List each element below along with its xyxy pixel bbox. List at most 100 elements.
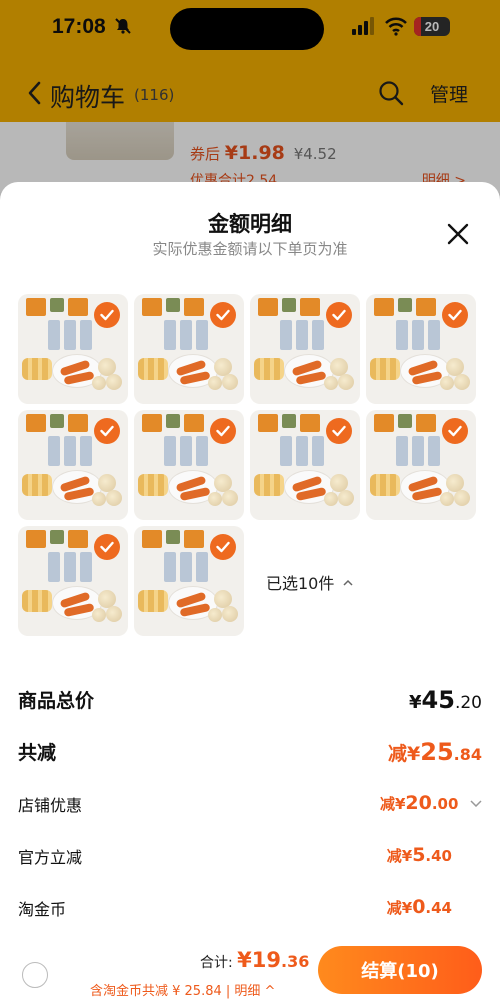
package-art xyxy=(396,436,408,466)
checkout-button[interactable]: 结算(10) xyxy=(318,946,482,994)
food-ball xyxy=(324,492,338,506)
selected-item-thumbnail[interactable] xyxy=(250,294,360,404)
checkout-bar: 合计: ¥19.36 含淘金币共减 ¥ 25.84 | 明细 ^ 结算(10) xyxy=(0,934,500,1006)
background-page: 17:08 20 购物车 (116) 管理 券后 ¥1.98 ¥4.52 优惠合… xyxy=(0,0,500,200)
food-ball xyxy=(92,376,106,390)
package-art xyxy=(50,414,64,428)
official-discount-row: 官方立减 减¥5.40 xyxy=(18,844,482,874)
store-discount-label: 店铺优惠 xyxy=(18,796,83,815)
package-art xyxy=(398,298,412,312)
package-art xyxy=(142,414,162,432)
store-discount-row[interactable]: 店铺优惠 减¥20.00 xyxy=(18,792,482,822)
package-art xyxy=(180,436,192,466)
package-art xyxy=(412,436,424,466)
check-icon[interactable] xyxy=(210,534,236,560)
package-art xyxy=(26,414,46,432)
check-icon[interactable] xyxy=(210,302,236,328)
food-ball xyxy=(324,376,338,390)
package-art xyxy=(26,530,46,548)
package-art xyxy=(282,414,296,428)
package-art xyxy=(48,552,60,582)
package-art xyxy=(48,436,60,466)
food-roll xyxy=(138,590,168,612)
check-icon[interactable] xyxy=(210,418,236,444)
check-icon[interactable] xyxy=(326,418,352,444)
total-discount-row: 共减 减¥25.84 xyxy=(18,738,482,768)
store-discount-value: 减¥20.00 xyxy=(380,792,482,814)
package-art xyxy=(398,414,412,428)
package-art xyxy=(258,414,278,432)
check-icon[interactable] xyxy=(94,418,120,444)
sum-discount-note[interactable]: 含淘金币共减 ¥ 25.84 | 明细 ^ xyxy=(90,980,275,999)
taojin-coin-label: 淘金币 xyxy=(18,900,67,919)
package-art xyxy=(80,320,92,350)
discount-dec: .44 xyxy=(425,899,452,917)
food-roll xyxy=(22,474,52,496)
package-art xyxy=(142,298,162,316)
chevron-up-icon xyxy=(343,579,353,586)
food-roll xyxy=(254,474,284,496)
package-art xyxy=(166,530,180,544)
package-art xyxy=(296,436,308,466)
total-price-row: 商品总价 ¥45.20 xyxy=(18,686,482,716)
selected-count-toggle[interactable]: 已选10件 xyxy=(266,570,353,594)
package-art xyxy=(184,530,204,548)
food-ball xyxy=(106,490,122,506)
discount-dec: .00 xyxy=(431,795,459,813)
package-art xyxy=(396,320,408,350)
check-icon[interactable] xyxy=(94,534,120,560)
food-ball xyxy=(454,490,470,506)
discount-dec: .84 xyxy=(453,745,482,764)
check-icon[interactable] xyxy=(94,302,120,328)
food-ball xyxy=(92,608,106,622)
package-art xyxy=(80,436,92,466)
package-art xyxy=(68,530,88,548)
sum-total: 合计: ¥19.36 xyxy=(200,948,310,972)
selected-item-thumbnail[interactable] xyxy=(134,526,244,636)
total-discount-value: 减¥25.84 xyxy=(388,738,482,766)
food-roll xyxy=(22,358,52,380)
selected-item-thumbnail[interactable] xyxy=(366,294,476,404)
food-ball xyxy=(222,490,238,506)
package-art xyxy=(68,298,88,316)
close-icon[interactable] xyxy=(446,222,470,246)
select-all-checkbox[interactable] xyxy=(22,962,48,988)
discount-dec: .40 xyxy=(425,847,452,865)
price-dec: .20 xyxy=(454,693,482,713)
selected-item-thumbnail[interactable] xyxy=(134,410,244,520)
check-icon[interactable] xyxy=(442,302,468,328)
price-int: 45 xyxy=(421,686,455,714)
sheet-title: 金额明细 xyxy=(208,212,292,236)
package-art xyxy=(416,298,436,316)
package-art xyxy=(164,436,176,466)
official-discount-label: 官方立减 xyxy=(18,848,83,867)
check-icon[interactable] xyxy=(442,418,468,444)
package-art xyxy=(300,414,320,432)
selected-item-thumbnail[interactable] xyxy=(366,410,476,520)
food-roll xyxy=(138,474,168,496)
selected-item-thumbnail[interactable] xyxy=(18,526,128,636)
check-icon[interactable] xyxy=(326,302,352,328)
package-art xyxy=(64,320,76,350)
food-ball xyxy=(222,606,238,622)
food-ball xyxy=(440,492,454,506)
selected-item-thumbnail[interactable] xyxy=(250,410,360,520)
package-art xyxy=(180,320,192,350)
package-art xyxy=(280,436,292,466)
package-art xyxy=(300,298,320,316)
food-ball xyxy=(208,608,222,622)
selected-item-thumbnail[interactable] xyxy=(18,294,128,404)
total-price-value: ¥45.20 xyxy=(409,686,482,714)
sum-dec: .36 xyxy=(281,952,310,971)
package-art xyxy=(142,530,162,548)
selected-item-thumbnail[interactable] xyxy=(134,294,244,404)
package-art xyxy=(312,436,324,466)
package-art xyxy=(50,298,64,312)
package-art xyxy=(80,552,92,582)
dim-overlay[interactable] xyxy=(0,0,500,200)
discount-int: 25 xyxy=(420,738,454,766)
food-ball xyxy=(106,606,122,622)
selected-item-thumbnail[interactable] xyxy=(18,410,128,520)
package-art xyxy=(428,320,440,350)
taojin-coin-value: 减¥0.44 xyxy=(387,896,452,918)
